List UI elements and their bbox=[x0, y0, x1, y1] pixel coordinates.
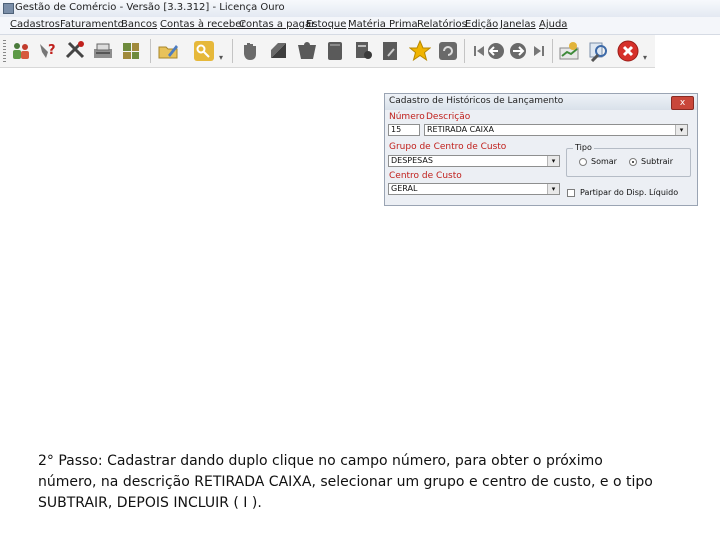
toolbar-separator bbox=[552, 39, 553, 63]
somar-label[interactable]: Somar bbox=[591, 157, 617, 166]
key-dropdown-icon[interactable]: ▾ bbox=[219, 53, 223, 62]
doc-arrow-icon[interactable] bbox=[380, 40, 402, 62]
menu-faturamento[interactable]: Faturamento bbox=[60, 19, 124, 30]
centro-label: Centro de Custo bbox=[389, 171, 462, 181]
dialog-close-button[interactable]: x bbox=[671, 96, 694, 110]
hand-icon[interactable] bbox=[240, 40, 262, 62]
help-question-icon[interactable]: ? bbox=[36, 40, 58, 62]
chart-money-icon[interactable] bbox=[558, 40, 580, 62]
menu-materia-prima[interactable]: Matéria Prima bbox=[348, 19, 418, 30]
participa-label[interactable]: Partipar do Disp. Líquido bbox=[580, 188, 678, 197]
chevron-down-icon[interactable]: ▾ bbox=[547, 156, 559, 166]
dialog-title-bar: Cadastro de Históricos de Lançamento x bbox=[385, 94, 697, 110]
descricao-combo[interactable]: RETIRADA CAIXA ▾ bbox=[424, 124, 688, 136]
key-icon[interactable] bbox=[193, 40, 215, 62]
numero-label: Número bbox=[389, 112, 425, 122]
folder-edit-icon[interactable] bbox=[157, 40, 179, 62]
grupo-label: Grupo de Centro de Custo bbox=[389, 142, 507, 152]
toolbar-separator bbox=[464, 39, 465, 63]
tipo-label: Tipo bbox=[573, 143, 594, 152]
subtrair-radio[interactable] bbox=[629, 158, 637, 166]
svg-text:?: ? bbox=[48, 43, 56, 58]
search-icon[interactable] bbox=[588, 40, 610, 62]
subtrair-label[interactable]: Subtrair bbox=[641, 157, 673, 166]
document-icon[interactable] bbox=[324, 40, 346, 62]
grupo-value: DESPESAS bbox=[391, 156, 433, 165]
menu-contas-pagar[interactable]: Contas a pagar bbox=[239, 19, 315, 30]
menu-relatorios[interactable]: Relatórios bbox=[417, 19, 467, 30]
toolbar: ? ▾ ▾ bbox=[0, 35, 655, 68]
back-icon[interactable] bbox=[485, 40, 507, 62]
chevron-down-icon[interactable]: ▾ bbox=[547, 184, 559, 194]
menu-estoque[interactable]: Estoque bbox=[306, 19, 346, 30]
numero-input[interactable]: 15 bbox=[388, 124, 420, 136]
descricao-label: Descrição bbox=[426, 112, 471, 122]
card-icon[interactable] bbox=[296, 40, 318, 62]
refresh-icon[interactable] bbox=[437, 40, 459, 62]
menu-cadastros[interactable]: Cadastros bbox=[10, 19, 60, 30]
centro-value: GERAL bbox=[391, 184, 418, 193]
cash-register-icon[interactable] bbox=[92, 40, 114, 62]
tools-icon[interactable] bbox=[64, 40, 86, 62]
star-icon[interactable] bbox=[409, 40, 431, 62]
title-bar: Gestão de Comércio - Versão [3.3.312] - … bbox=[0, 0, 720, 17]
last-icon[interactable] bbox=[528, 40, 550, 62]
centro-combo[interactable]: GERAL ▾ bbox=[388, 183, 560, 195]
chevron-down-icon[interactable]: ▾ bbox=[675, 125, 687, 135]
menu-bar: Cadastros Faturamento Bancos Contas à re… bbox=[0, 17, 720, 35]
somar-radio[interactable] bbox=[579, 158, 587, 166]
grupo-combo[interactable]: DESPESAS ▾ bbox=[388, 155, 560, 167]
descricao-value: RETIRADA CAIXA bbox=[427, 125, 494, 134]
instruction-text: 2° Passo: Cadastrar dando duplo clique n… bbox=[38, 453, 653, 511]
toolbar-separator bbox=[150, 39, 151, 63]
customers-icon[interactable] bbox=[10, 40, 32, 62]
forward-icon[interactable] bbox=[507, 40, 529, 62]
tipo-groupbox: Tipo Somar Subtrair bbox=[566, 143, 691, 177]
toolbar-grip[interactable] bbox=[3, 40, 6, 62]
menu-contas-receber[interactable]: Contas à receber bbox=[160, 19, 246, 30]
toolbar-separator bbox=[232, 39, 233, 63]
toolbar-overflow-icon[interactable]: ▾ bbox=[643, 53, 647, 62]
calculator-icon[interactable] bbox=[120, 40, 142, 62]
window-title: Gestão de Comércio - Versão [3.3.312] - … bbox=[15, 2, 285, 13]
close-app-icon[interactable] bbox=[617, 40, 639, 62]
doc-user-icon[interactable] bbox=[352, 40, 374, 62]
app-icon bbox=[3, 3, 14, 14]
participa-checkbox[interactable] bbox=[567, 189, 575, 197]
menu-edicao[interactable]: Edição bbox=[465, 19, 498, 30]
dialog-title: Cadastro de Históricos de Lançamento bbox=[389, 96, 564, 106]
menu-janelas[interactable]: Janelas bbox=[500, 19, 536, 30]
note-icon[interactable] bbox=[268, 40, 290, 62]
menu-bancos[interactable]: Bancos bbox=[121, 19, 157, 30]
menu-ajuda[interactable]: Ajuda bbox=[539, 19, 567, 30]
historicos-dialog: Cadastro de Históricos de Lançamento x N… bbox=[384, 93, 698, 206]
